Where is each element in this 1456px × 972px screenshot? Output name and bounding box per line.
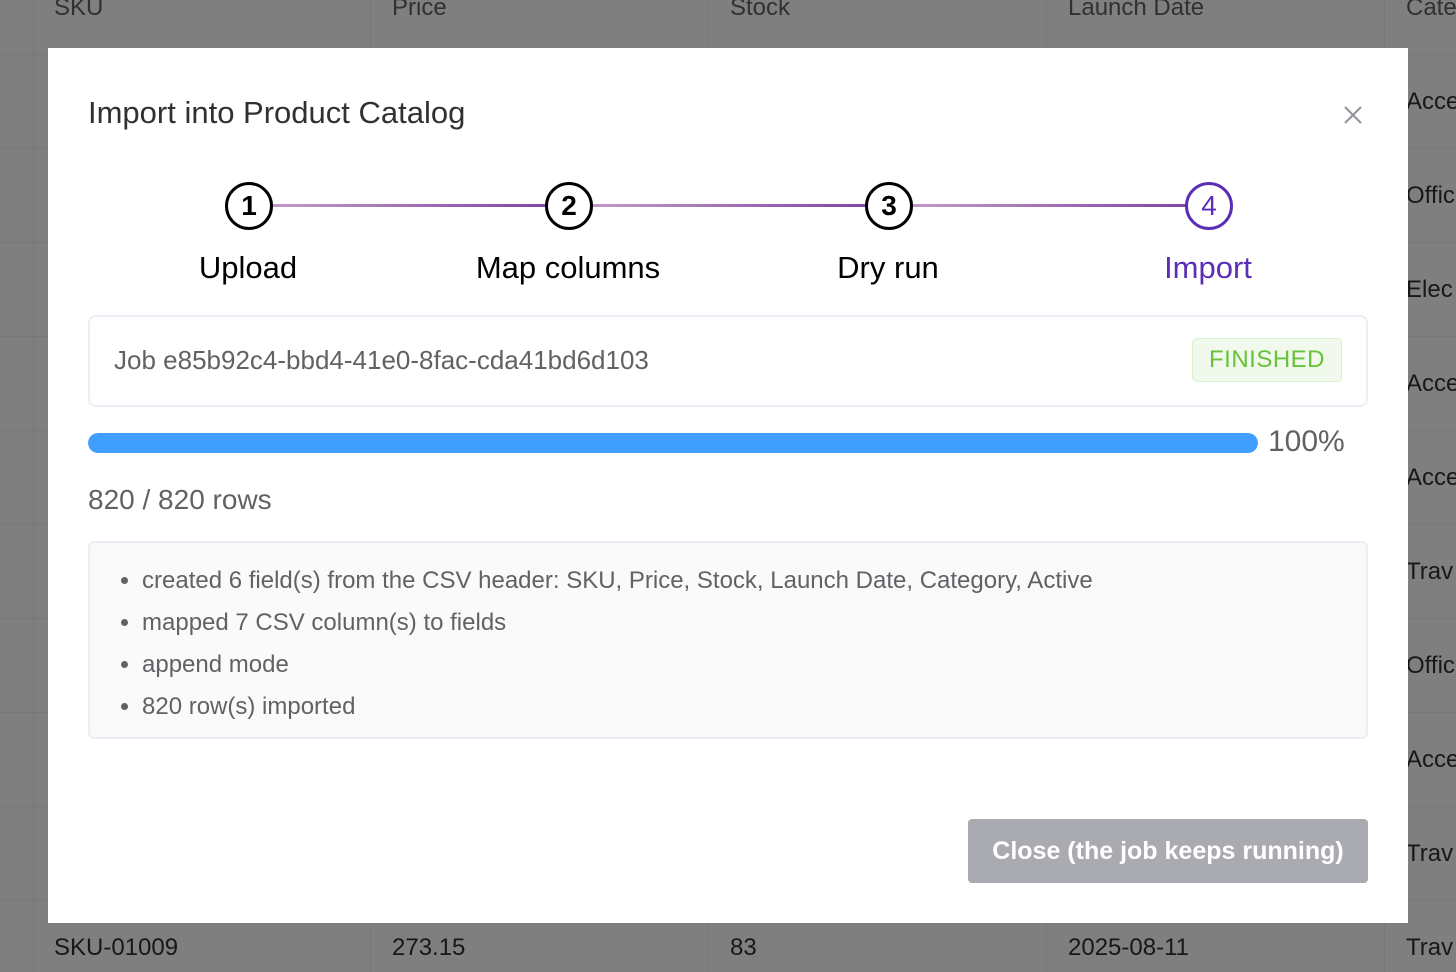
log-item: 820 row(s) imported [142,686,1366,728]
log-item: append mode [142,644,1366,686]
job-card: Job e85b92c4-bbd4-41e0-8fac-cda41bd6d103… [88,315,1368,407]
import-log: created 6 field(s) from the CSV header: … [88,541,1368,739]
rows-count: 820 / 820 rows [88,484,272,515]
log-list: created 6 field(s) from the CSV header: … [90,543,1366,728]
step-1-circle: 1 [225,182,273,230]
progress-fill [88,433,1258,453]
close-icon[interactable] [1338,100,1368,130]
close-icon-glyph [1344,106,1362,124]
import-dialog: Import into Product Catalog 1 2 3 4 Uplo… [48,48,1408,923]
step-1-label: Upload [198,250,298,285]
close-dialog-button[interactable]: Close (the job keeps running) [968,819,1368,883]
step-connector [270,204,570,207]
job-id: Job e85b92c4-bbd4-41e0-8fac-cda41bd6d103 [114,345,649,375]
step-2-label: Map columns [475,250,661,285]
step-3-label: Dry run [837,250,939,285]
step-2-circle: 2 [545,182,593,230]
step-connector [590,204,890,207]
progress-bar [88,433,1258,453]
log-item: mapped 7 CSV column(s) to fields [142,602,1366,644]
step-4-label: Import [1164,250,1252,285]
step-4-circle: 4 [1185,182,1233,230]
step-3-circle: 3 [865,182,913,230]
progress-percent: 100% [1268,425,1345,458]
step-connector [910,204,1210,207]
dialog-title: Import into Product Catalog [88,95,466,130]
status-badge: FINISHED [1191,338,1342,382]
log-item: created 6 field(s) from the CSV header: … [142,560,1366,602]
